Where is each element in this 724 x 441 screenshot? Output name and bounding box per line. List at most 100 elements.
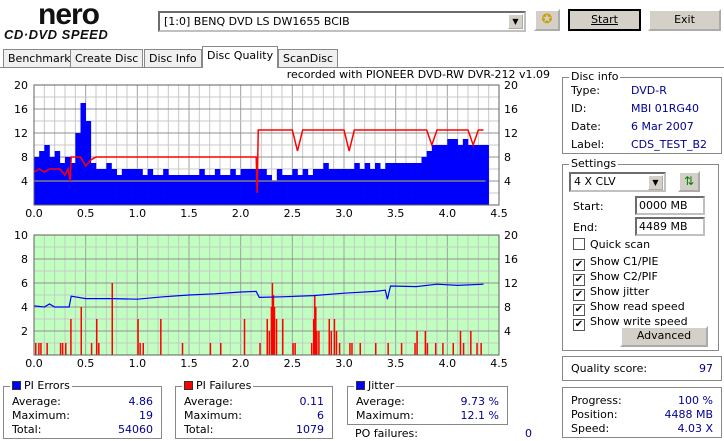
pi-error-bar	[395, 163, 402, 205]
pi-error-bar	[364, 163, 371, 205]
pi-failure-bar	[452, 343, 454, 355]
pi-error-bar	[411, 163, 417, 205]
pi-failure-bar	[434, 343, 437, 355]
tab-benchmark[interactable]: Benchmark	[3, 49, 76, 68]
stat-value: 100 %	[678, 394, 713, 407]
stat-label: Maximum:	[184, 409, 242, 422]
checkbox-quick-scan[interactable]: Quick scan	[573, 238, 650, 251]
disc-info-title: Disc info	[569, 70, 621, 83]
stat-row: Date: 6 Mar 2007	[571, 120, 713, 133]
stat-row: Maximum: 6	[184, 409, 324, 422]
pi-error-bar	[473, 145, 479, 205]
stat-value: 4.86	[128, 395, 154, 408]
pi-error-bar	[152, 175, 159, 205]
y2-tick-label: 20	[504, 229, 518, 242]
checkbox-label: Show read speed	[590, 300, 685, 313]
stat-label: Date:	[571, 120, 601, 133]
pi-error-bar	[333, 169, 340, 205]
pi-failure-bar	[462, 343, 465, 355]
tab-create-disc[interactable]: Create Disc	[70, 49, 144, 68]
pi-error-bar	[90, 163, 97, 205]
x-tick-label: 0.0	[25, 357, 43, 370]
y-tick-label: 8	[21, 151, 28, 164]
stat-label: Progress:	[571, 394, 622, 407]
checkbox-show-c1-pie[interactable]: ✔ Show C1/PIE	[573, 255, 658, 271]
chevron-down-icon[interactable]: ▼	[508, 14, 523, 29]
stat-value: 12.1 %	[460, 409, 499, 422]
pi-failures-color-icon	[184, 381, 193, 390]
pi-failure-bar	[243, 319, 246, 355]
exit-button[interactable]: Exit	[648, 9, 721, 31]
pi-failure-bar	[90, 343, 93, 355]
stat-label: Total:	[12, 423, 42, 436]
stat-row: Type: DVD-R	[571, 84, 713, 97]
x-tick-label: 1.0	[129, 357, 147, 370]
pi-error-bar	[132, 169, 138, 205]
pi-failure-bar	[59, 343, 62, 355]
pi-error-bar	[121, 169, 128, 205]
start-label: Start:	[573, 200, 604, 213]
pi-error-bar	[54, 151, 61, 205]
pi-error-bar	[369, 169, 376, 205]
pi-error-bar	[183, 175, 190, 205]
po-failures-label: PO failures:	[355, 427, 418, 440]
checkbox-icon[interactable]	[573, 238, 585, 250]
pi-error-bar	[426, 151, 433, 205]
end-input[interactable]	[635, 217, 705, 236]
stat-label: Average:	[12, 395, 61, 408]
tab-disc-quality[interactable]: Disc Quality	[202, 46, 279, 68]
pi-error-bar	[462, 139, 469, 205]
pi-failure-bar	[318, 331, 320, 355]
tab-disc-info[interactable]: Disc Info	[144, 49, 202, 68]
y-tick-label: 4	[21, 175, 28, 188]
pi-failure-bar	[220, 343, 222, 355]
stat-value: 6 Mar 2007	[631, 120, 694, 133]
pi-error-bar	[199, 169, 205, 205]
stat-row: Total: 54060	[12, 423, 153, 436]
pi-error-bar	[189, 175, 195, 205]
pi-failure-bar	[426, 343, 429, 355]
refresh-icon[interactable]: ⇅	[678, 171, 700, 192]
y2-tick-label: 12	[504, 277, 518, 290]
checkbox-show-jitter[interactable]: ✔ Show jitter	[573, 285, 649, 301]
stat-label: Type:	[571, 84, 600, 97]
pi-failure-bar	[80, 307, 82, 355]
advanced-button[interactable]: Advanced	[620, 326, 708, 347]
pi-error-bar	[204, 175, 210, 205]
start-button[interactable]: Start	[568, 9, 641, 31]
pi-error-bar	[266, 175, 272, 205]
stat-value: 54060	[118, 423, 153, 436]
pi-error-bar	[220, 175, 226, 205]
drive-select[interactable]: [1:0] BENQ DVD LS DW1655 BCIB ▼	[158, 11, 526, 32]
pi-error-bar	[214, 169, 221, 205]
po-failures-row: PO failures: 0	[355, 427, 532, 440]
checkbox-show-read-speed[interactable]: ✔ Show read speed	[573, 300, 685, 316]
pi-failure-bar	[310, 343, 313, 355]
speed-select[interactable]: 4 X CLV ▼	[569, 172, 666, 192]
pi-error-bar	[96, 169, 102, 205]
checkbox-show-c2-pif[interactable]: ✔ Show C2/PIF	[573, 270, 658, 286]
disc-tool-icon[interactable]: ✪	[534, 9, 560, 31]
pi-error-bar	[354, 163, 360, 205]
pi-error-bar	[194, 175, 200, 205]
checkbox-label: Show C2/PIF	[590, 270, 658, 283]
pi-error-bar	[276, 169, 283, 205]
start-input[interactable]	[635, 196, 705, 215]
speed-select-value: 4 X CLV	[574, 175, 616, 188]
x-tick-label: 4.5	[490, 357, 508, 370]
stat-value: 6	[317, 409, 324, 422]
stat-label: Maximum:	[12, 409, 70, 422]
pi-error-bar	[147, 169, 154, 205]
jitter-color-icon	[356, 381, 365, 390]
checkbox-label: Show jitter	[590, 285, 650, 298]
pi-error-bar	[287, 175, 293, 205]
pi-failure-bar	[328, 319, 330, 355]
checkbox-icon[interactable]: ✔	[573, 319, 585, 331]
stat-label: Average:	[356, 395, 405, 408]
y2-tick-label: 4	[504, 325, 511, 338]
tab-scandisc[interactable]: ScanDisc	[278, 49, 339, 68]
chevron-down-icon[interactable]: ▼	[648, 175, 663, 190]
pi-error-bar	[173, 175, 179, 205]
jitter-title: Jitter	[368, 379, 395, 392]
pi-error-bar	[323, 163, 329, 205]
